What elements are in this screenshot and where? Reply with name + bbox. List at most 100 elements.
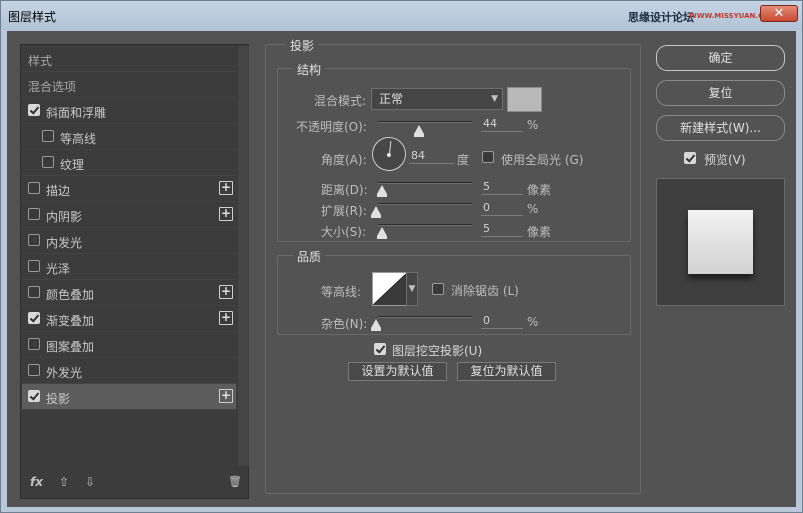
sidebar-item-checkbox[interactable] xyxy=(42,130,54,142)
size-value: 5 xyxy=(483,222,490,235)
trash-icon[interactable]: 🗑 xyxy=(228,475,242,488)
anti-alias-label: 消除锯齿 (L) xyxy=(451,284,519,298)
sidebar-item-checkbox[interactable] xyxy=(28,390,40,402)
sidebar-item-checkbox[interactable] xyxy=(28,234,40,246)
quality-group: 品质 等高线: ▼ 消除锯齿 (L) 杂色(N): 0 % xyxy=(277,248,631,335)
dialog-body: 样式 混合选项 斜面和浮雕 等高线纹理描边 + 内阴影 + 内发光 光泽颜色叠加 + 渐变叠加 + 图案… xyxy=(7,31,796,507)
sidebar-item-checkbox[interactable] xyxy=(28,182,40,194)
blend-mode-label: 混合模式: xyxy=(314,94,367,108)
noise-unit: % xyxy=(527,315,539,329)
title-bar[interactable]: 图层样式 思缘设计论坛 WWW.MISSYUAN.COM ✕ xyxy=(1,1,802,30)
reset-default-button[interactable]: 复位为默认值 xyxy=(457,362,556,381)
opacity-slider-track[interactable] xyxy=(378,121,472,123)
sidebar-item[interactable]: 光泽 xyxy=(22,254,236,280)
opacity-slider-thumb[interactable] xyxy=(414,125,425,137)
sidebar-item[interactable]: 渐变叠加 + xyxy=(22,306,236,332)
distance-slider-track[interactable] xyxy=(378,182,472,184)
sidebar-item[interactable]: 描边 + xyxy=(22,176,236,202)
sidebar-scrollbar[interactable] xyxy=(238,46,249,466)
angle-dial[interactable] xyxy=(370,135,408,173)
knockout-checkbox[interactable] xyxy=(374,343,386,355)
sidebar-item-checkbox[interactable] xyxy=(28,208,40,220)
contour-picker[interactable] xyxy=(372,272,408,306)
reset-button[interactable]: 复位 xyxy=(656,80,785,106)
contour-dropdown[interactable]: ▼ xyxy=(406,272,418,306)
panel-title: 投影 xyxy=(286,37,319,54)
sidebar-item[interactable]: 斜面和浮雕 xyxy=(22,98,236,124)
angle-unit: 度 xyxy=(457,153,470,167)
make-default-button[interactable]: 设置为默认值 xyxy=(348,362,447,381)
add-effect-icon[interactable]: + xyxy=(219,285,233,299)
noise-value: 0 xyxy=(483,314,490,327)
chevron-down-icon: ▼ xyxy=(491,94,498,104)
sidebar-item[interactable]: 内发光 xyxy=(22,228,236,254)
sidebar-item-label: 纹理 xyxy=(60,158,85,172)
size-unit: 像素 xyxy=(527,225,552,239)
size-slider-track[interactable] xyxy=(378,224,472,226)
move-up-icon[interactable]: ⇧ xyxy=(59,475,69,489)
add-effect-icon[interactable]: + xyxy=(219,311,233,325)
sidebar-item-checkbox[interactable] xyxy=(28,260,40,272)
add-effect-icon[interactable]: + xyxy=(219,389,233,403)
opacity-field[interactable]: 44 xyxy=(481,117,523,132)
sidebar-item-checkbox[interactable] xyxy=(42,156,54,168)
blend-mode-value: 正常 xyxy=(379,92,404,106)
sidebar-item-checkbox[interactable] xyxy=(28,312,40,324)
angle-label: 角度(A): xyxy=(321,153,367,167)
new-style-button[interactable]: 新建样式(W)... xyxy=(656,115,785,141)
distance-slider-thumb[interactable] xyxy=(377,185,387,197)
spread-slider-track[interactable] xyxy=(378,203,472,205)
fx-icon[interactable]: fx xyxy=(30,475,43,489)
sidebar-item[interactable]: 混合选项 xyxy=(22,72,236,98)
distance-field[interactable]: 5 xyxy=(481,180,523,195)
preview-checkbox[interactable] xyxy=(684,152,696,164)
drop-shadow-panel: 投影 结构 混合模式: 正常 ▼ 不透明度(O): 44 % 角度(A): 84… xyxy=(265,37,641,494)
sidebar-item-label: 外发光 xyxy=(46,366,83,380)
sidebar-item[interactable]: 内阴影 + xyxy=(22,202,236,228)
contour-curve-icon xyxy=(373,273,407,305)
opacity-label: 不透明度(O): xyxy=(296,120,367,134)
global-light-checkbox[interactable] xyxy=(482,151,494,163)
sidebar-item-checkbox[interactable] xyxy=(28,338,40,350)
size-label: 大小(S): xyxy=(321,225,367,239)
distance-label: 距离(D): xyxy=(321,183,368,197)
add-effect-icon[interactable]: + xyxy=(219,207,233,221)
sidebar-item[interactable]: 纹理 xyxy=(22,150,236,176)
shadow-color-swatch[interactable] xyxy=(507,87,542,112)
ok-button[interactable]: 确定 xyxy=(656,45,785,71)
layer-style-dialog: 图层样式 思缘设计论坛 WWW.MISSYUAN.COM ✕ 样式 混合选项 斜面和… xyxy=(0,0,803,513)
spread-field[interactable]: 0 xyxy=(481,201,523,216)
add-effect-icon[interactable]: + xyxy=(219,181,233,195)
sidebar-item[interactable]: 外发光 xyxy=(22,358,236,384)
sidebar-item[interactable]: 投影 + xyxy=(22,384,236,410)
sidebar-item-label: 渐变叠加 xyxy=(46,314,95,328)
window-title: 图层样式 xyxy=(8,10,57,24)
noise-field[interactable]: 0 xyxy=(481,314,523,329)
spread-slider-thumb[interactable] xyxy=(371,206,381,218)
sidebar-item[interactable]: 图案叠加 xyxy=(22,332,236,358)
anti-alias-checkbox[interactable] xyxy=(432,283,444,295)
sidebar-item-checkbox[interactable] xyxy=(28,286,40,298)
size-field[interactable]: 5 xyxy=(481,222,523,237)
blend-mode-select[interactable]: 正常 ▼ xyxy=(371,88,503,110)
sidebar-item-label: 投影 xyxy=(46,392,71,406)
sidebar-item-label: 颜色叠加 xyxy=(46,288,95,302)
sidebar-item[interactable]: 颜色叠加 + xyxy=(22,280,236,306)
sidebar-item[interactable]: 样式 xyxy=(22,46,236,72)
chevron-down-icon: ▼ xyxy=(408,284,416,294)
styles-sidebar: 样式 混合选项 斜面和浮雕 等高线纹理描边 + 内阴影 + 内发光 光泽颜色叠加 + 渐变叠加 + 图案… xyxy=(20,44,249,499)
preview-thumbnail xyxy=(688,210,753,274)
move-down-icon[interactable]: ⇩ xyxy=(85,475,95,489)
structure-title: 结构 xyxy=(293,61,326,78)
angle-field[interactable]: 84 xyxy=(409,149,454,164)
sidebar-item[interactable]: 等高线 xyxy=(22,124,236,150)
sidebar-item-checkbox[interactable] xyxy=(28,364,40,376)
structure-group: 结构 混合模式: 正常 ▼ 不透明度(O): 44 % 角度(A): 84 度 … xyxy=(277,61,631,242)
noise-slider-thumb[interactable] xyxy=(371,319,381,331)
noise-slider-track[interactable] xyxy=(378,316,472,318)
preview-label: 预览(V) xyxy=(704,153,746,167)
close-button[interactable]: ✕ xyxy=(760,5,798,22)
sidebar-item-checkbox[interactable] xyxy=(28,104,40,116)
size-slider-thumb[interactable] xyxy=(377,227,387,239)
distance-value: 5 xyxy=(483,180,490,193)
